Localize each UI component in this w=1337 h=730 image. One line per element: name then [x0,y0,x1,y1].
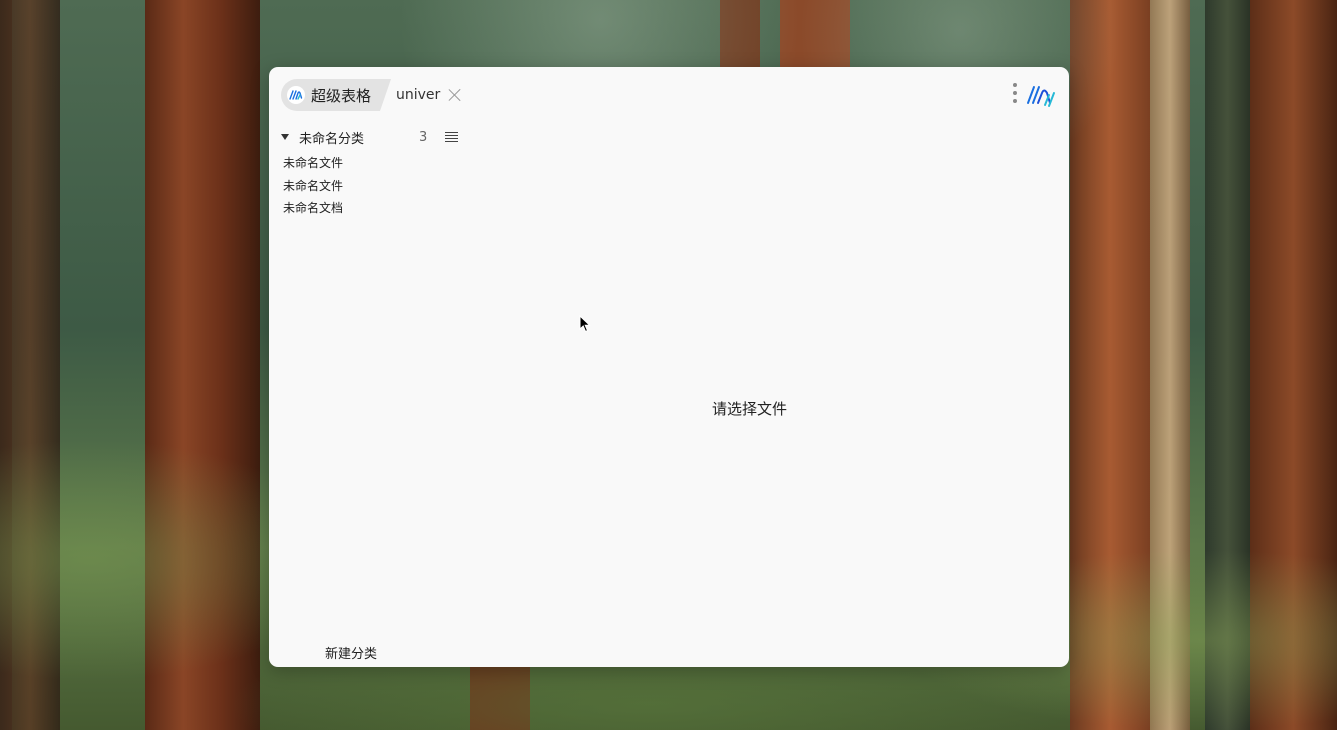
background-tree [1205,0,1250,730]
category-header[interactable]: 未命名分类 3 [281,127,466,147]
univer-logo-icon [287,86,305,104]
background-tree [1070,0,1150,730]
close-icon[interactable] [448,88,462,102]
more-vertical-icon[interactable] [1012,83,1018,107]
empty-state-message: 请选择文件 [712,400,788,418]
background-tree [1150,0,1190,730]
app-window: 超级表格 univer 未命名分类 3 未命名文件 未命名文件 未命名文档 新建… [269,67,1069,667]
list-menu-icon[interactable] [445,131,458,143]
background-tree [145,0,260,730]
tab-bar: 超级表格 univer [269,67,1069,123]
category-label: 未命名分类 [299,131,365,147]
tab-label: 超级表格 [311,86,372,105]
new-category-button[interactable]: 新建分类 [325,643,377,662]
category-count: 3 [419,129,428,145]
tab-label: univer [396,87,441,103]
tab-super-table[interactable]: 超级表格 [281,79,391,111]
background-tree [1250,0,1337,730]
file-item[interactable]: 未命名文档 [283,197,343,220]
background-tree [780,0,850,70]
mouse-cursor-icon [579,314,591,333]
background-tree [720,0,760,70]
file-item[interactable]: 未命名文件 [283,175,343,198]
univer-logo-icon [1025,81,1057,109]
background-tree [0,0,60,730]
tab-univer[interactable]: univer [396,79,462,111]
background-tree [470,660,530,730]
file-list: 未命名文件 未命名文件 未命名文档 [283,152,343,220]
file-item[interactable]: 未命名文件 [283,152,343,175]
caret-down-icon[interactable] [281,134,289,140]
